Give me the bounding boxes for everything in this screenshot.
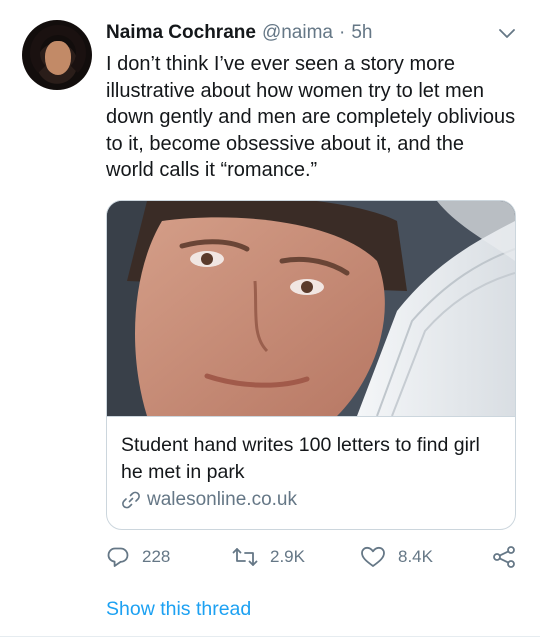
user-handle[interactable]: @naima bbox=[262, 22, 333, 44]
retweet-button[interactable]: 2.9K bbox=[232, 542, 305, 572]
chevron-down-icon[interactable] bbox=[496, 24, 518, 44]
display-name[interactable]: Naima Cochrane bbox=[106, 22, 256, 44]
card-image[interactable] bbox=[107, 201, 515, 416]
tweet[interactable]: Naima Cochrane @naima · 5h I don’t think… bbox=[0, 0, 540, 640]
separator-dot: · bbox=[339, 22, 346, 43]
link-card[interactable]: Student hand writes 100 letters to find … bbox=[106, 200, 516, 530]
tweet-text: I don’t think I’ve ever seen a story mor… bbox=[106, 53, 516, 181]
divider bbox=[0, 636, 540, 637]
reply-button[interactable]: 228 bbox=[106, 542, 170, 572]
card-link[interactable]: walesonline.co.uk bbox=[121, 489, 297, 511]
heart-icon bbox=[361, 546, 385, 567]
show-thread-link[interactable]: Show this thread bbox=[106, 598, 251, 621]
avatar[interactable] bbox=[22, 20, 92, 90]
card-title[interactable]: Student hand writes 100 letters to find … bbox=[121, 432, 501, 486]
retweet-icon bbox=[232, 548, 258, 566]
retweet-count: 2.9K bbox=[270, 547, 305, 566]
share-icon bbox=[493, 546, 515, 568]
like-count: 8.4K bbox=[398, 547, 433, 566]
share-button[interactable] bbox=[492, 542, 516, 572]
card-domain: walesonline.co.uk bbox=[147, 489, 297, 510]
tweet-header: Naima Cochrane @naima · 5h bbox=[106, 22, 372, 48]
reply-count: 228 bbox=[142, 547, 171, 566]
link-icon bbox=[122, 491, 140, 509]
timestamp[interactable]: 5h bbox=[351, 22, 372, 44]
like-button[interactable]: 8.4K bbox=[360, 542, 433, 572]
tweet-actions: 228 2.9K 8.4K bbox=[106, 542, 526, 572]
reply-icon bbox=[107, 547, 129, 567]
card-text[interactable]: Student hand writes 100 letters to find … bbox=[107, 416, 515, 529]
